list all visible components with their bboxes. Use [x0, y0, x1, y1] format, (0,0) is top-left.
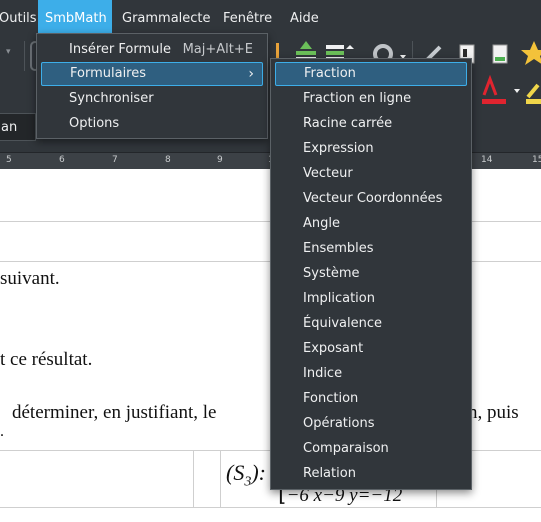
menu-fenetre[interactable]: Fenêtre [216, 0, 279, 37]
menu-item-options[interactable]: Options [41, 112, 263, 136]
highlight-icon [526, 83, 541, 104]
ruler-tick: 7 [112, 155, 118, 165]
ruler-tick: 9 [217, 155, 223, 165]
submenu-item-implication[interactable]: Implication [275, 287, 467, 311]
menu-grammalecte[interactable]: Grammalecte [115, 0, 218, 37]
ruler-tick: 5 [6, 155, 12, 165]
submenu-item-exposant[interactable]: Exposant [275, 337, 467, 361]
submenu-item-operations[interactable]: Opérations [275, 412, 467, 436]
submenu-item-ensembles[interactable]: Ensembles [275, 237, 467, 261]
submenu-item-systeme[interactable]: Système [275, 262, 467, 286]
doc-text-line: déterminer, en justifiant, le [12, 402, 217, 423]
formula-system-label[interactable]: (S3): [226, 460, 266, 490]
submenu-item-fraction-en-ligne[interactable]: Fraction en ligne [275, 87, 467, 111]
menu-aide[interactable]: Aide [283, 0, 326, 37]
chevron-right-icon: › [248, 66, 254, 82]
ruler-tick: 6 [59, 155, 65, 165]
formulaires-submenu: Fraction Fraction en ligne Racine carrée… [270, 58, 472, 490]
menu-item-label: Formulaires [70, 66, 147, 81]
doc-text-line: t ce résultat. [0, 349, 93, 370]
table-border [0, 507, 541, 508]
smbmath-menu: Insérer Formule Maj+Alt+E Formulaires › … [36, 33, 268, 139]
formula-close: ): [251, 460, 266, 485]
submenu-item-vecteur[interactable]: Vecteur [275, 162, 467, 186]
doc-text-line: suivant. [0, 268, 60, 289]
submenu-item-equivalence[interactable]: Équivalence [275, 312, 467, 336]
menu-item-synchroniser[interactable]: Synchroniser [41, 87, 263, 111]
menu-smbmath[interactable]: SmbMath [38, 0, 112, 37]
submenu-item-racine-carree[interactable]: Racine carrée [275, 112, 467, 136]
menu-item-label: Options [69, 116, 120, 131]
ruler-tick: 15 [532, 155, 541, 165]
menu-item-label: Synchroniser [69, 91, 154, 106]
footnote-icon [492, 44, 508, 64]
submenu-item-comparaison[interactable]: Comparaison [275, 437, 467, 461]
menu-item-inserer-formule[interactable]: Insérer Formule Maj+Alt+E [41, 38, 263, 62]
submenu-item-relation[interactable]: Relation [275, 462, 467, 486]
formula-open: (S [226, 460, 245, 485]
toolbar-format-icons [470, 75, 541, 109]
chevron-down-icon[interactable]: ▾ [6, 47, 16, 57]
submenu-item-vecteur-coordonnees[interactable]: Vecteur Coordonnées [275, 187, 467, 211]
submenu-item-angle[interactable]: Angle [275, 212, 467, 236]
star-icon [521, 41, 541, 65]
submenu-item-fraction[interactable]: Fraction [275, 62, 467, 86]
submenu-item-indice[interactable]: Indice [275, 362, 467, 386]
menu-item-shortcut: Maj+Alt+E [182, 42, 253, 57]
menu-item-label: Insérer Formule [69, 42, 171, 57]
doc-text-line: n, puis [468, 402, 519, 423]
font-color-icon [482, 75, 520, 104]
doc-text-fragment: . [0, 423, 4, 440]
ruler-tick: 8 [165, 155, 171, 165]
ruler-tick: 14 [481, 155, 493, 165]
submenu-item-expression[interactable]: Expression [275, 137, 467, 161]
menu-item-formulaires[interactable]: Formulaires › [41, 62, 263, 86]
toolbar-separator [24, 41, 25, 71]
font-name-field[interactable]: an [0, 113, 36, 141]
submenu-item-fonction[interactable]: Fonction [275, 387, 467, 411]
menu-bar: Outils SmbMath Grammalecte Fenêtre Aide [0, 0, 541, 37]
table-border [220, 450, 221, 507]
table-border [193, 450, 194, 507]
